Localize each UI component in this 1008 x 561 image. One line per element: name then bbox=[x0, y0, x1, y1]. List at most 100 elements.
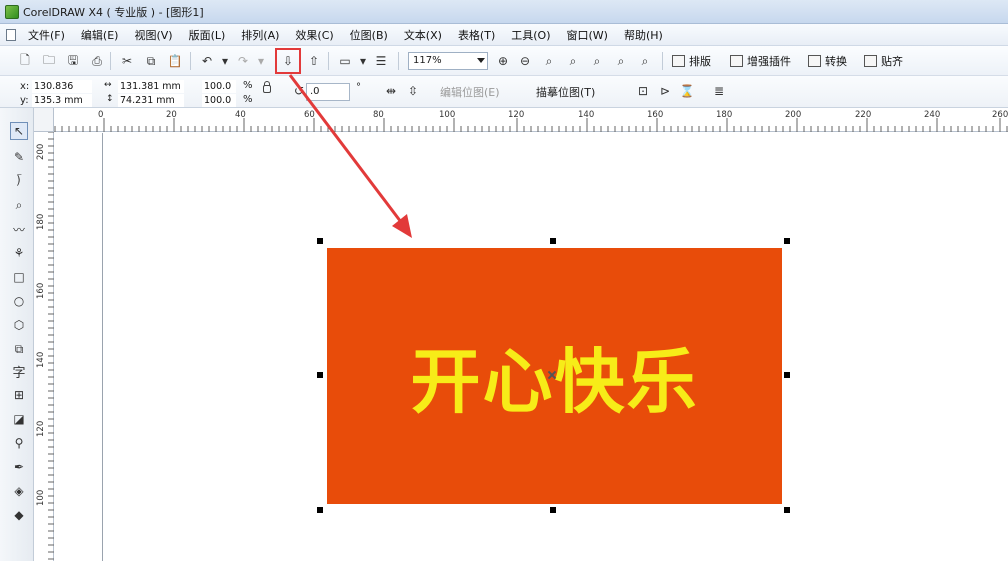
ruler-label: 200 bbox=[36, 143, 46, 160]
scale-x-percent: % bbox=[243, 80, 253, 91]
zoom-width-icon[interactable]: ⌕ bbox=[612, 52, 630, 70]
selection-handle-bottom[interactable] bbox=[550, 507, 556, 513]
degree-symbol: ° bbox=[356, 82, 361, 93]
menu-help[interactable]: 帮助(H) bbox=[624, 27, 663, 43]
width-field[interactable]: 131.381 mm bbox=[118, 80, 184, 93]
cut-icon[interactable]: ✂ bbox=[118, 52, 136, 70]
edit-bitmap-button[interactable]: 编辑位图(E) bbox=[440, 84, 500, 100]
redo-dropdown-icon[interactable]: ▾ bbox=[252, 52, 270, 70]
zoom-all-icon[interactable]: ⌕ bbox=[564, 52, 582, 70]
height-field[interactable]: 74.231 mm bbox=[118, 94, 184, 107]
enhance-plugin-label: 增强插件 bbox=[747, 55, 791, 68]
enhance-plugin-button[interactable]: 增强插件 bbox=[730, 53, 791, 69]
ruler-label: 220 bbox=[855, 110, 872, 120]
smart-fill-tool-icon[interactable]: ⚘ bbox=[10, 244, 28, 262]
ruler-label: 240 bbox=[924, 110, 941, 120]
selection-handle-top-right[interactable] bbox=[784, 238, 790, 244]
layout-plugin-button[interactable]: 排版 bbox=[672, 53, 711, 69]
ruler-label: 80 bbox=[373, 110, 384, 120]
crop-bitmap-icon[interactable]: ⊡ bbox=[634, 82, 652, 100]
crop-tool-icon[interactable]: ⟌ bbox=[10, 172, 28, 190]
interactive-blend-tool-icon[interactable]: ◪ bbox=[10, 410, 28, 428]
zoom-height-icon[interactable]: ⌕ bbox=[636, 52, 654, 70]
rectangle-tool-icon[interactable]: □ bbox=[10, 268, 28, 286]
print-icon[interactable]: ⎙ bbox=[88, 52, 106, 70]
shape-tool-icon[interactable]: ✎ bbox=[10, 148, 28, 166]
ruler-label: 200 bbox=[785, 110, 802, 120]
vertical-ruler[interactable]: 200 180 160 140 120 100 bbox=[34, 132, 54, 561]
scale-x-field[interactable]: 100.0 bbox=[202, 80, 236, 93]
mirror-vertical-icon[interactable]: ⇳ bbox=[404, 82, 422, 100]
redo-icon[interactable]: ↷ bbox=[234, 52, 252, 70]
launcher-dropdown-icon[interactable]: ▾ bbox=[354, 52, 372, 70]
menu-table[interactable]: 表格(T) bbox=[458, 27, 495, 43]
menu-tools[interactable]: 工具(O) bbox=[511, 27, 550, 43]
zoom-selected-icon[interactable]: ⌕ bbox=[540, 52, 558, 70]
ruler-origin-corner[interactable] bbox=[34, 108, 54, 132]
text-tool-icon[interactable]: 字 bbox=[10, 362, 28, 381]
menu-arrange[interactable]: 排列(A) bbox=[241, 27, 279, 43]
basic-shapes-tool-icon[interactable]: ⧉ bbox=[10, 340, 28, 358]
trace-bitmap-button[interactable]: 描摹位图(T) bbox=[536, 84, 595, 100]
selection-handle-bottom-right[interactable] bbox=[784, 507, 790, 513]
menu-view[interactable]: 视图(V) bbox=[134, 27, 172, 43]
menu-edit[interactable]: 编辑(E) bbox=[81, 27, 119, 43]
selection-handle-top[interactable] bbox=[550, 238, 556, 244]
bitmap-color-mask-icon[interactable]: ⌛ bbox=[678, 82, 696, 100]
open-folder-icon[interactable]: 🗀 bbox=[40, 52, 58, 70]
zoom-page-icon[interactable]: ⌕ bbox=[588, 52, 606, 70]
menu-window[interactable]: 窗口(W) bbox=[567, 27, 608, 43]
selection-handle-right[interactable] bbox=[784, 372, 790, 378]
paste-icon[interactable]: 📋 bbox=[166, 52, 184, 70]
pick-tool-icon[interactable]: ↖ bbox=[10, 122, 28, 140]
horizontal-ruler[interactable]: 0 20 40 60 80 100 120 140 160 180 200 22… bbox=[34, 108, 1008, 132]
outline-tool-icon[interactable]: ✒ bbox=[10, 458, 28, 476]
export-icon[interactable]: ⇧ bbox=[305, 52, 323, 70]
zoom-in-icon[interactable]: ⊕ bbox=[494, 52, 512, 70]
selection-handle-left[interactable] bbox=[317, 372, 323, 378]
table-tool-icon[interactable]: ⊞ bbox=[10, 386, 28, 404]
interactive-fill-tool-icon[interactable]: ◆ bbox=[10, 506, 28, 524]
zoom-tool-icon[interactable]: ⌕ bbox=[10, 196, 28, 214]
rotation-angle-input[interactable]: .0 bbox=[306, 83, 350, 101]
coreldraw-app-icon bbox=[5, 4, 19, 19]
zoom-out-icon[interactable]: ⊖ bbox=[516, 52, 534, 70]
copy-icon[interactable]: ⧉ bbox=[142, 52, 160, 70]
undo-dropdown-icon[interactable]: ▾ bbox=[216, 52, 234, 70]
polygon-tool-icon[interactable]: ⬡ bbox=[10, 316, 28, 334]
save-icon[interactable]: 🖫 bbox=[64, 52, 82, 70]
document-icon[interactable] bbox=[6, 28, 16, 41]
welcome-screen-icon[interactable]: ☰ bbox=[372, 52, 390, 70]
mirror-horizontal-icon[interactable]: ⇹ bbox=[382, 82, 400, 100]
resample-icon[interactable]: ⊳ bbox=[656, 82, 674, 100]
rotation-center-marker[interactable] bbox=[548, 371, 556, 379]
selection-handle-top-left[interactable] bbox=[317, 238, 323, 244]
menu-effects[interactable]: 效果(C) bbox=[295, 27, 333, 43]
undo-icon[interactable]: ↶ bbox=[198, 52, 216, 70]
ruler-label: 20 bbox=[166, 110, 177, 120]
lock-ratio-icon[interactable] bbox=[263, 81, 271, 93]
menu-file[interactable]: 文件(F) bbox=[28, 27, 65, 43]
freehand-tool-icon[interactable]: 〰 bbox=[10, 220, 28, 238]
ellipse-tool-icon[interactable]: ○ bbox=[10, 292, 28, 310]
scale-y-field[interactable]: 100.0 bbox=[202, 94, 236, 107]
application-launcher-icon[interactable]: ▭ bbox=[336, 52, 354, 70]
ruler-label: 160 bbox=[36, 282, 46, 299]
menu-layout[interactable]: 版面(L) bbox=[189, 27, 226, 43]
page-border bbox=[102, 133, 103, 561]
new-document-icon[interactable]: 🗋 bbox=[16, 52, 34, 70]
ruler-label: 100 bbox=[36, 489, 46, 506]
menu-bitmaps[interactable]: 位图(B) bbox=[350, 27, 388, 43]
rotation-angle-value: .0 bbox=[310, 86, 320, 97]
standard-toolbar: 🗋 🗀 🖫 ⎙ ✂ ⧉ 📋 ↶ ▾ ↷ ▾ ⇩ ⇧ ▭ ▾ ☰ ⊕ ⊖ ⌕ ⌕ … bbox=[0, 46, 1008, 76]
snap-button[interactable]: 贴齐 bbox=[864, 53, 903, 69]
selection-handle-bottom-left[interactable] bbox=[317, 507, 323, 513]
menu-text[interactable]: 文本(X) bbox=[404, 27, 442, 43]
zoom-level-select[interactable]: 117% bbox=[408, 52, 488, 70]
fill-tool-icon[interactable]: ◈ bbox=[10, 482, 28, 500]
convert-button[interactable]: 转换 bbox=[808, 53, 847, 69]
x-position-field[interactable]: 130.836 mm bbox=[32, 80, 92, 105]
eyedropper-tool-icon[interactable]: ⚲ bbox=[10, 434, 28, 452]
text-wrap-icon[interactable]: ≣ bbox=[710, 82, 728, 100]
y-position-field[interactable]: 135.3 mm bbox=[32, 94, 92, 107]
